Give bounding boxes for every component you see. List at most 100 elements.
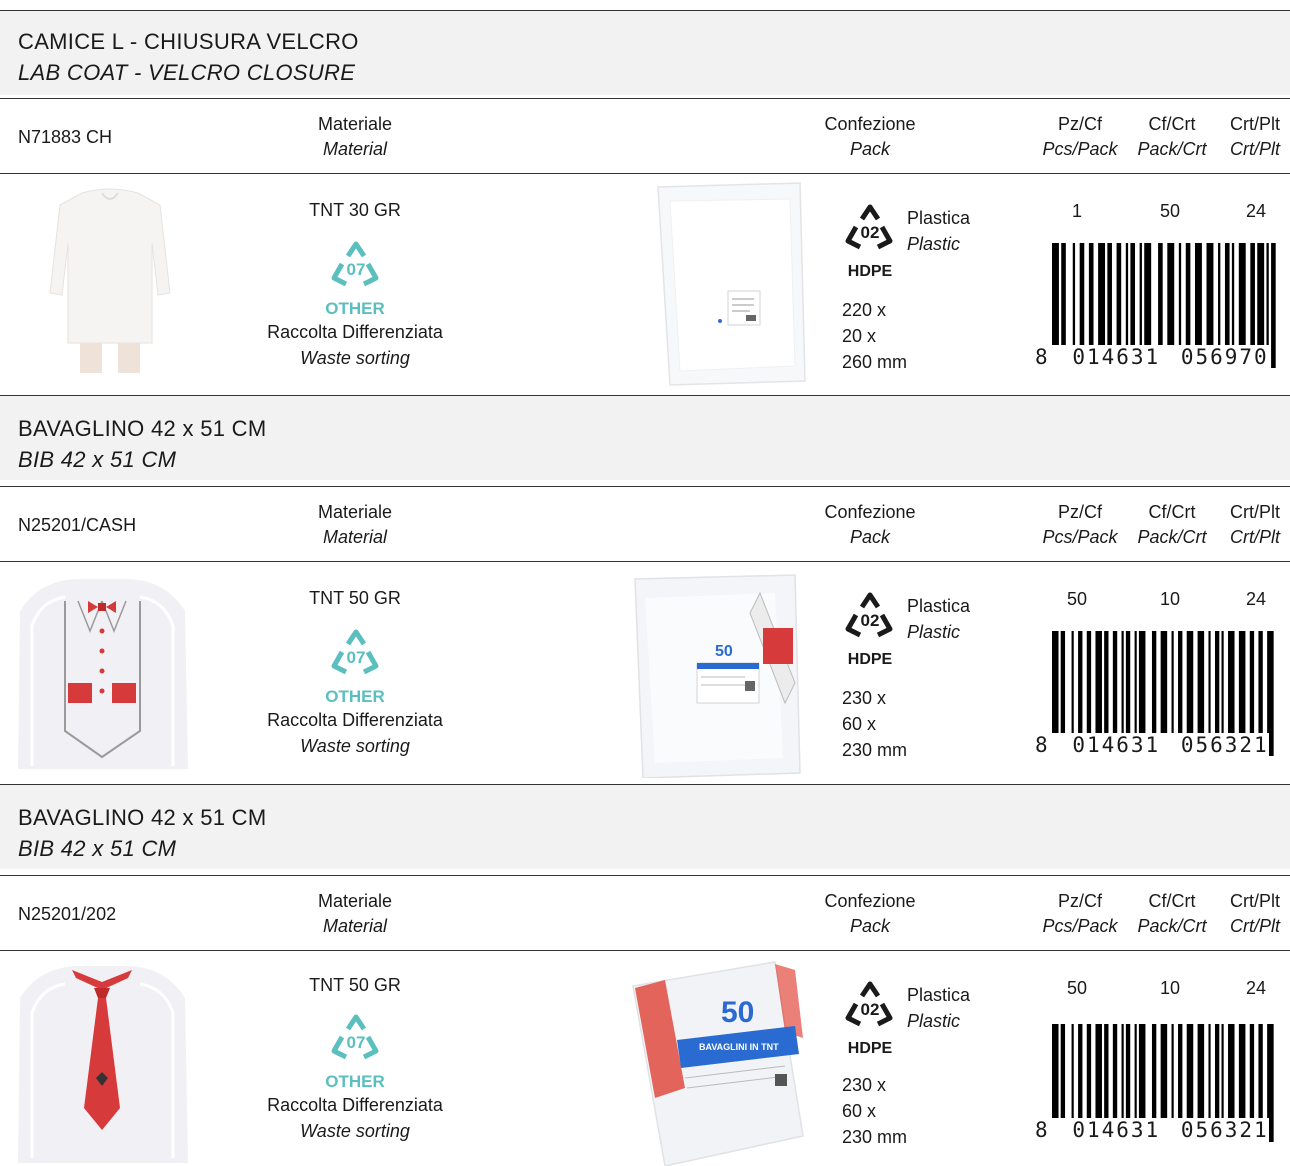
pack-dim-3: 230 mm [842,740,908,760]
pz-cf-header: Pz/Cf Pcs/Pack [1035,112,1125,162]
pz-cf-header-it: Pz/Cf [1057,891,1102,911]
recycle-02-number: 02 [861,611,880,630]
plastica-text: Plastica [907,596,971,616]
other-label: OTHER [325,299,385,318]
pcs-pack-header-en: Pcs/Pack [1042,916,1118,936]
barcode-first-digit: 8 [1035,345,1050,369]
pack-crt-header-en: Pack/Crt [1137,139,1207,159]
pz-cf-header-it: Pz/Cf [1057,114,1102,134]
product-code: N71883 CH [18,127,113,147]
pack-dim-1: 220 x [842,300,887,320]
pack-header-it: Confezione [824,114,916,134]
waste-sorting-text: Raccolta Differenziata Waste sorting [245,1092,465,1144]
pack-brand-text: BAVAGLINI IN TNT [699,1042,779,1052]
product-title-en: LAB COAT - VELCRO CLOSURE [18,60,356,85]
raccolta-label: Raccolta Differenziata [267,1095,443,1115]
material-header: Materiale Material [295,889,415,939]
pack-header-it: Confezione [824,891,916,911]
crt-plt-header-it: Crt/Plt [1229,114,1280,134]
pz-cf-header: Pz/Cf Pcs/Pack [1035,889,1125,939]
pack-dim-1: 230 x [842,1075,887,1095]
material-value: TNT 30 GR [309,200,401,220]
recycle-07-number: 07 [347,260,366,279]
product-title-band: BAVAGLINO 42 x 51 CM BIB 42 x 51 CM [0,784,1290,869]
recycle-02-icon: 02 [845,592,893,638]
product-title-it: BAVAGLINO 42 x 51 CM [18,416,267,441]
product-title-en: BIB 42 x 51 CM [18,447,177,472]
material-header: Materiale Material [295,500,415,550]
pack-header-en: Pack [849,916,891,936]
cf-crt-header: Cf/Crt Pack/Crt [1130,500,1214,550]
barcode-left-digits: 014631 [1072,733,1161,757]
cf-crt-header-it: Cf/Crt [1148,891,1196,911]
barcode-first-digit: 8 [1035,1118,1050,1142]
cf-crt-header: Cf/Crt Pack/Crt [1130,112,1214,162]
product-detail-row: TNT 30 GR 07 OTHER Raccolta Differenziat… [0,173,1290,395]
recycle-02-number: 02 [861,223,880,242]
product-header-row: N25201/CASH Materiale Material Confezion… [0,486,1290,562]
pack-dim-2: 20 x [842,326,877,346]
barcode-right-digits: 056970 [1180,345,1269,369]
pack-header: Confezione Pack [805,889,935,939]
material-header-it: Materiale [317,114,393,134]
raccolta-label: Raccolta Differenziata [267,322,443,342]
crt-plt-value: 24 [1245,589,1267,609]
plastic-text: Plastic [907,234,961,254]
pz-cf-header-it: Pz/Cf [1057,502,1102,522]
barcode-number: 8 014631 056970 [1035,345,1269,369]
barcode-bar [1271,243,1276,368]
hdpe-label: HDPE [847,1040,893,1057]
recycle-02-number: 02 [861,1000,880,1019]
hdpe-label: HDPE [847,651,893,668]
recycle-07-icon: 07 [331,241,379,287]
bag-pack-image [657,182,806,386]
pack-dim-1: 230 x [842,688,887,708]
product-title-band: BAVAGLINO 42 x 51 CM BIB 42 x 51 CM [0,395,1290,480]
barcode-number: 8 014631 056321 [1035,733,1269,757]
pack-header-it: Confezione [824,502,916,522]
plastic-text: Plastic [907,622,961,642]
waste-sorting-text: Raccolta Differenziata Waste sorting [245,319,465,371]
product-code: N25201/202 [18,904,117,924]
waste-label: Waste sorting [300,736,410,756]
plastic-label: Plastica Plastic [907,593,970,645]
plastic-label: Plastica Plastic [907,205,970,257]
bib-waistcoat-image [18,579,188,769]
recycle-02-icon: 02 [845,204,893,250]
crt-plt-header-it: Crt/Plt [1229,891,1280,911]
crt-plt-header: Crt/Plt Crt/Plt [1220,889,1290,939]
pack-header: Confezione Pack [805,500,935,550]
barcode-first-digit: 8 [1035,733,1050,757]
pack-header-en: Pack [849,527,891,547]
product-detail-row: TNT 50 GR 07 OTHER Raccolta Differenziat… [0,561,1290,783]
material-value: TNT 50 GR [309,588,401,608]
recycle-07-icon: 07 [331,629,379,675]
pack-dim-3: 230 mm [842,1127,908,1147]
pack-dim-2: 60 x [842,1101,877,1121]
crt-plt-value: 24 [1245,201,1267,221]
crt-plt-header-en: Crt/Plt [1229,139,1280,159]
plastic-label: Plastica Plastic [907,982,970,1034]
material-header-it: Materiale [317,891,393,911]
pz-cf-header: Pz/Cf Pcs/Pack [1035,500,1125,550]
pack-dim-3: 260 mm [842,352,908,372]
pcs-pack-header-en: Pcs/Pack [1042,139,1118,159]
crt-plt-header: Crt/Plt Crt/Plt [1220,500,1290,550]
product-code: N25201/CASH [18,515,137,535]
pz-cf-value: 1 [1071,201,1082,221]
cf-crt-value: 10 [1159,589,1181,609]
waste-sorting-text: Raccolta Differenziata Waste sorting [245,707,465,759]
bib-pack-image: 50 [634,574,801,778]
other-label: OTHER [325,1072,385,1091]
pack-crt-header-en: Pack/Crt [1137,916,1207,936]
pack-count-text: 50 [721,996,754,1029]
product-title-it: CAMICE L - CHIUSURA VELCRO [18,29,359,54]
crt-plt-header-en: Crt/Plt [1229,527,1280,547]
material-value: TNT 50 GR [309,975,401,995]
barcode-right-digits: 056321 [1180,733,1269,757]
raccolta-label: Raccolta Differenziata [267,710,443,730]
cf-crt-header: Cf/Crt Pack/Crt [1130,889,1214,939]
crt-plt-header-en: Crt/Plt [1229,916,1280,936]
lab-coat-image [20,183,200,378]
hdpe-label: HDPE [847,263,893,280]
